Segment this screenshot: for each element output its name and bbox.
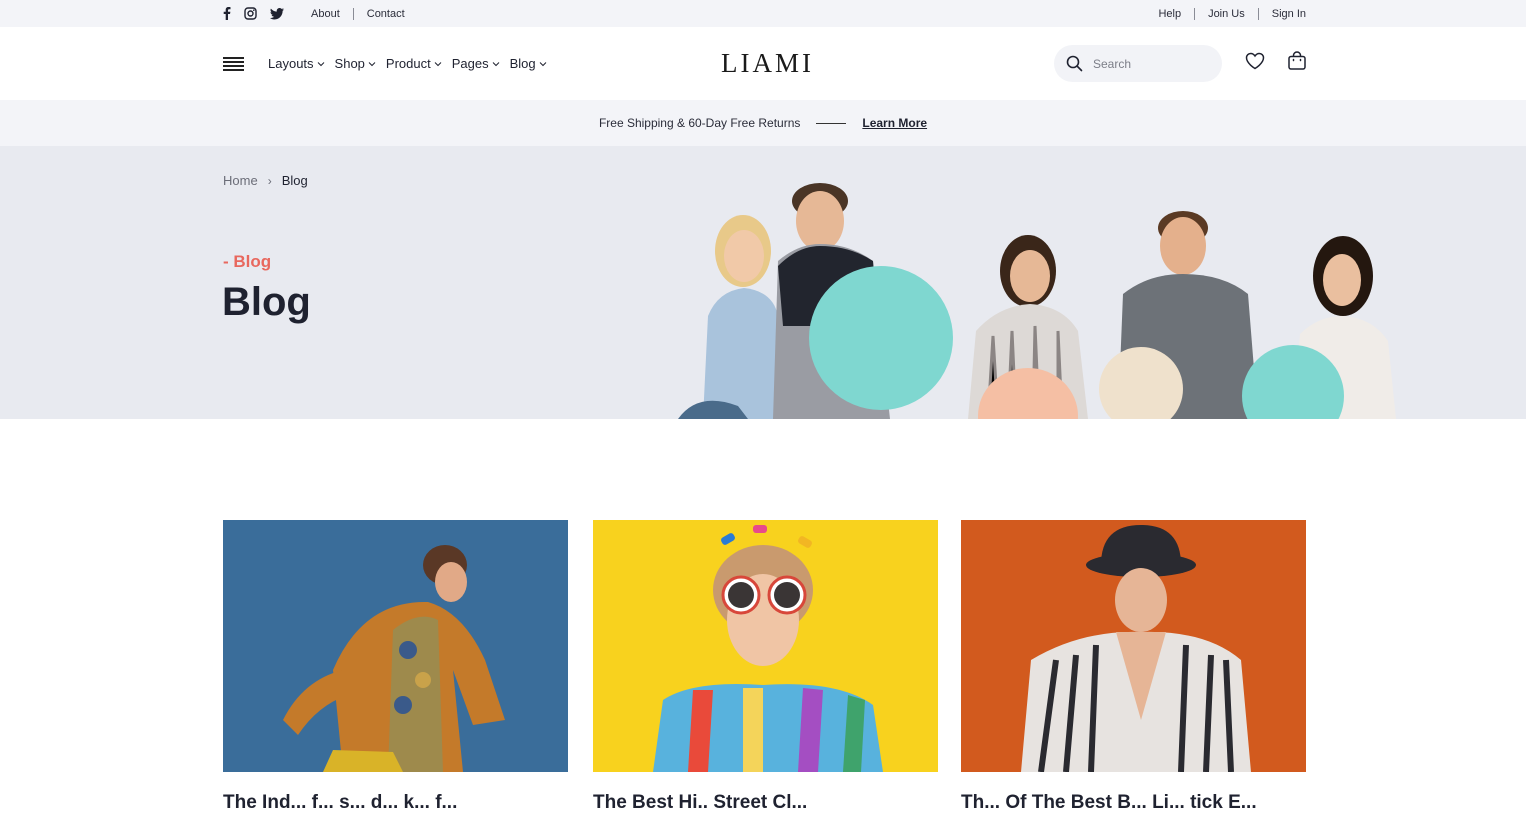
menu-icon[interactable]: [223, 57, 244, 71]
chevron-right-icon: ›: [267, 173, 272, 188]
divider: [1257, 7, 1259, 20]
nav-item-shop[interactable]: Shop: [335, 56, 376, 71]
blog-card-image[interactable]: [223, 520, 568, 772]
woman-with-sunglasses-image: [593, 520, 938, 772]
twitter-icon[interactable]: [270, 7, 284, 20]
wishlist-heart-icon[interactable]: [1245, 52, 1265, 70]
learn-more-link[interactable]: Learn More: [862, 116, 927, 130]
chevron-down-icon: [368, 61, 376, 66]
chevron-down-icon: [317, 61, 324, 66]
contact-link[interactable]: Contact: [367, 8, 405, 20]
chevron-down-icon: [539, 61, 546, 66]
search-box[interactable]: [1054, 45, 1222, 82]
breadcrumb-current: Blog: [281, 173, 308, 188]
man-in-hat-zebra-shirt-image: [961, 520, 1306, 772]
blog-post-grid: The Ind... f... s... d... k... f... The …: [223, 520, 1306, 813]
facebook-icon[interactable]: [223, 7, 231, 20]
blog-card-title[interactable]: The Best Hi.. Street Cl...: [593, 792, 938, 814]
nav-label: Product: [385, 56, 431, 71]
main-nav: Layouts Shop Product Pages Blog: [268, 27, 547, 100]
search-icon[interactable]: [1066, 55, 1083, 72]
instagram-icon[interactable]: [244, 7, 257, 20]
chevron-down-icon: [434, 61, 442, 66]
about-link[interactable]: About: [311, 8, 340, 20]
nav-item-product[interactable]: Product: [386, 56, 442, 71]
blog-card[interactable]: The Ind... f... s... d... k... f...: [223, 520, 568, 813]
blog-card-image[interactable]: [593, 520, 938, 772]
nav-label: Pages: [451, 56, 489, 71]
nav-label: Layouts: [268, 56, 314, 71]
shopping-bag-icon[interactable]: [1287, 51, 1307, 71]
man-in-leather-jacket-image: [223, 520, 568, 772]
sign-in-link[interactable]: Sign In: [1272, 8, 1306, 20]
join-us-link[interactable]: Join Us: [1208, 8, 1245, 20]
blog-card-image[interactable]: [961, 520, 1306, 772]
announcement-bar: Free Shipping & 60-Day Free Returns Lear…: [0, 100, 1526, 146]
main-header: Layouts Shop Product Pages Blog LIAMI: [0, 27, 1526, 100]
hero-people-image: [678, 183, 1396, 419]
blog-card[interactable]: The Best Hi.. Street Cl...: [593, 520, 938, 813]
divider: [352, 7, 354, 20]
nav-label: Blog: [509, 56, 536, 71]
nav-label: Shop: [334, 56, 365, 71]
breadcrumb-home-link[interactable]: Home: [223, 173, 258, 188]
breadcrumb: Home › Blog: [223, 173, 308, 188]
search-input[interactable]: [1093, 56, 1203, 71]
chevron-down-icon: [492, 61, 499, 66]
help-link[interactable]: Help: [1158, 8, 1181, 20]
top-utility-bar: About Contact Help Join Us Sign In: [0, 0, 1526, 27]
social-links: [223, 7, 284, 20]
nav-item-pages[interactable]: Pages: [452, 56, 500, 71]
hero-eyebrow: - Blog: [223, 252, 272, 271]
nav-item-blog[interactable]: Blog: [510, 56, 547, 71]
page-hero: Home › Blog - Blog Blog: [0, 146, 1526, 419]
blog-card-title[interactable]: Th... Of The Best B... Li... tick E...: [961, 792, 1306, 814]
divider: [816, 122, 847, 124]
page-title: Blog: [222, 280, 311, 324]
announcement-text: Free Shipping & 60-Day Free Returns: [598, 116, 801, 130]
site-logo[interactable]: LIAMI: [721, 48, 814, 79]
nav-item-layouts[interactable]: Layouts: [268, 56, 325, 71]
blog-card-title[interactable]: The Ind... f... s... d... k... f...: [223, 792, 568, 814]
blog-card[interactable]: Th... Of The Best B... Li... tick E...: [961, 520, 1306, 813]
divider: [1194, 7, 1196, 20]
